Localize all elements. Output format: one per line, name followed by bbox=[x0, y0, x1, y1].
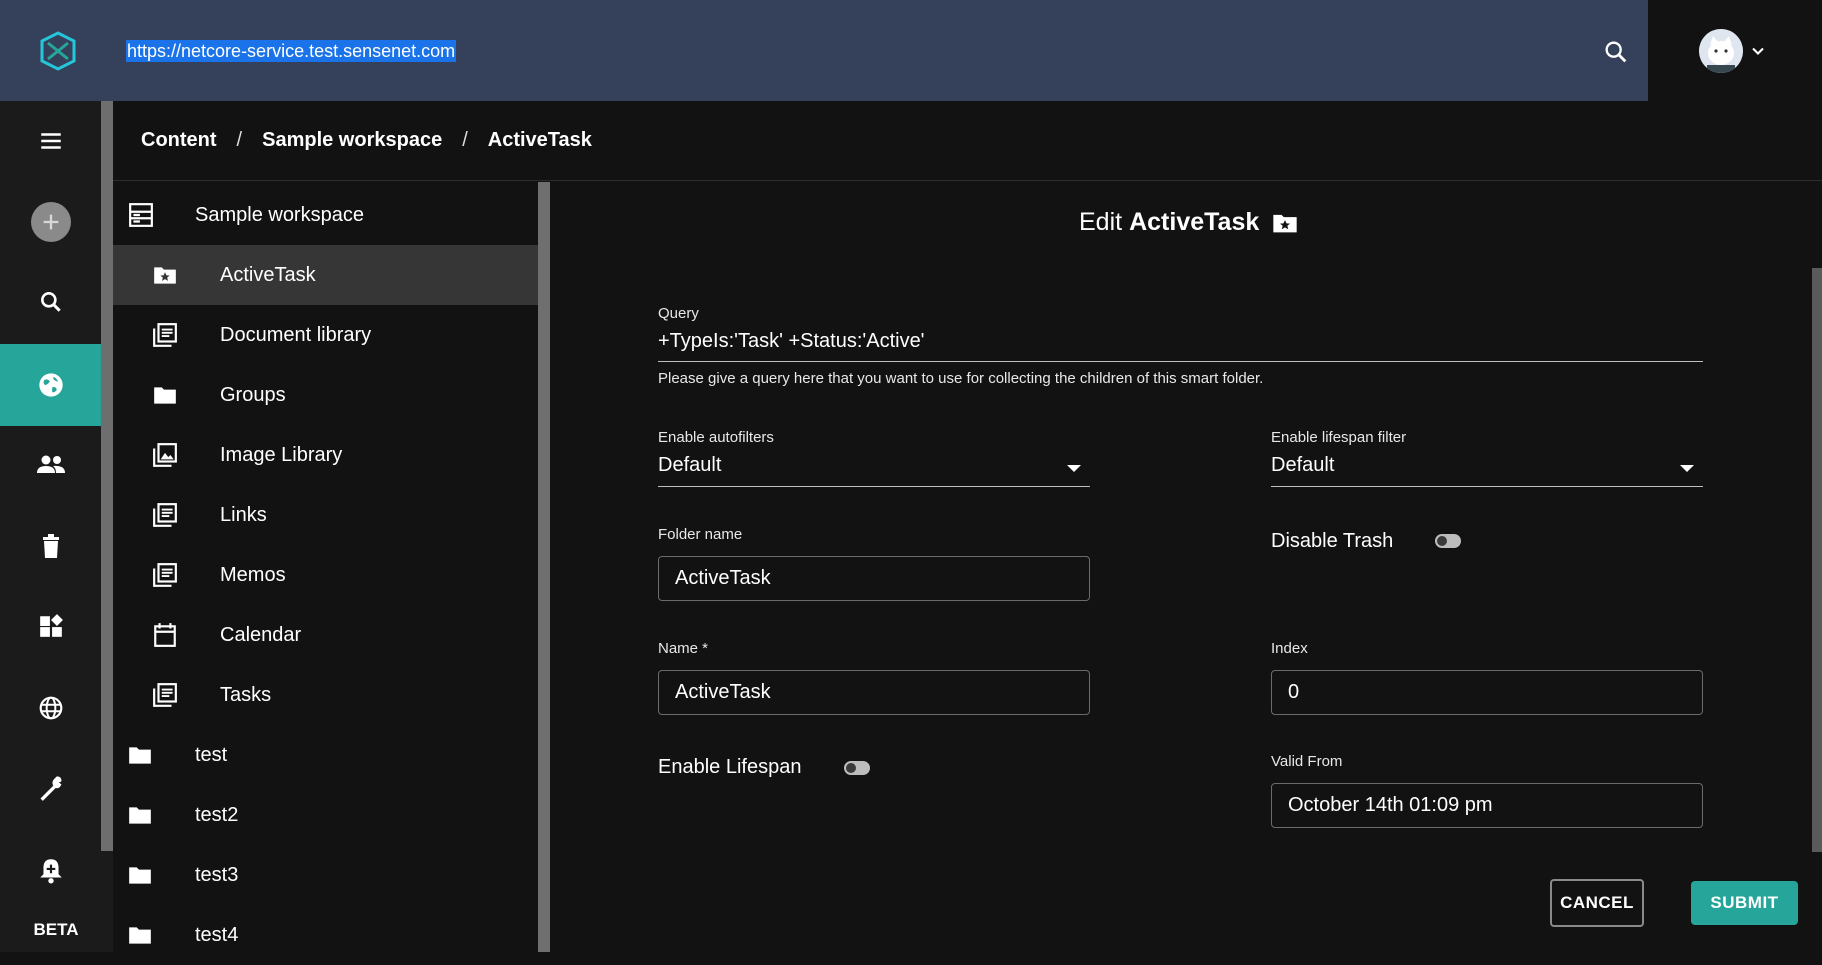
tree-scrollbar[interactable] bbox=[538, 182, 550, 952]
beta-label: BETA bbox=[33, 920, 79, 939]
notification-icon[interactable] bbox=[0, 830, 101, 910]
tree-item-calendar[interactable]: Calendar bbox=[113, 605, 538, 665]
wrench-icon[interactable] bbox=[0, 748, 101, 828]
tree-item-label: Links bbox=[220, 503, 267, 526]
search-icon[interactable] bbox=[1602, 38, 1630, 66]
add-button[interactable] bbox=[0, 182, 101, 262]
tree-item-tasks[interactable]: Tasks bbox=[113, 665, 538, 725]
enable-lifespan-filter-value: Default bbox=[1271, 454, 1335, 476]
menu-icon[interactable] bbox=[0, 101, 101, 181]
calendar-icon bbox=[152, 622, 178, 648]
tree-item-groups[interactable]: Groups bbox=[113, 365, 538, 425]
name-input[interactable]: ActiveTask bbox=[658, 670, 1090, 715]
query-label: Query bbox=[658, 305, 699, 322]
enable-lifespan-toggle[interactable] bbox=[844, 761, 870, 775]
folder-icon bbox=[127, 922, 153, 948]
breadcrumb-separator: / bbox=[462, 129, 468, 151]
tree-item-label: Tasks bbox=[220, 683, 272, 706]
tree-item-test3[interactable]: test3 bbox=[113, 845, 538, 905]
name-label: Name * bbox=[658, 640, 709, 657]
chevron-down-icon[interactable] bbox=[1748, 41, 1768, 61]
query-input[interactable]: +TypeIs:'Task' +Status:'Active' bbox=[658, 330, 1703, 362]
tree-item-memos[interactable]: Memos bbox=[113, 545, 538, 605]
tree-item-links[interactable]: Links bbox=[113, 485, 538, 545]
tree-item-activetask[interactable]: ActiveTask bbox=[113, 245, 538, 305]
globe-icon[interactable] bbox=[0, 344, 101, 426]
dropdown-arrow-icon[interactable] bbox=[1680, 465, 1694, 472]
search-icon[interactable] bbox=[0, 262, 101, 342]
breadcrumb-separator: / bbox=[236, 129, 243, 151]
breadcrumb: Content / Sample workspace / ActiveTask bbox=[113, 101, 1822, 181]
form-title-prefix: Edit bbox=[1079, 208, 1123, 236]
library-icon bbox=[152, 322, 178, 348]
smart-folder-icon bbox=[152, 262, 178, 288]
enable-autofilters-label: Enable autofilters bbox=[658, 429, 774, 446]
enable-lifespan-filter-select[interactable]: Default bbox=[1271, 454, 1703, 487]
query-helper-text: Please give a query here that you want t… bbox=[658, 370, 1264, 387]
breadcrumb-activetask[interactable]: ActiveTask bbox=[488, 129, 592, 152]
enable-autofilters-value: Default bbox=[658, 454, 722, 476]
sensenet-logo[interactable] bbox=[38, 31, 78, 71]
tree-item-label: test2 bbox=[195, 803, 239, 826]
folder-icon bbox=[152, 382, 178, 408]
tree-item-label: Groups bbox=[220, 383, 286, 406]
tree-item-label: test bbox=[195, 743, 228, 766]
tree-item-document-library[interactable]: Document library bbox=[113, 305, 538, 365]
workspace-icon bbox=[128, 202, 154, 228]
disable-trash-label: Disable Trash bbox=[1271, 530, 1394, 552]
content-tree: Sample workspace ActiveTask Document lib… bbox=[113, 182, 538, 952]
form-title: Edit ActiveTask bbox=[1079, 208, 1299, 237]
enable-lifespan-filter-label: Enable lifespan filter bbox=[1271, 429, 1407, 446]
tree-item-sample-workspace[interactable]: Sample workspace bbox=[113, 185, 538, 245]
image-library-icon bbox=[152, 442, 178, 468]
trash-icon[interactable] bbox=[0, 506, 101, 586]
index-label: Index bbox=[1271, 640, 1308, 657]
tree-item-test4[interactable]: test4 bbox=[113, 905, 538, 965]
toggle-knob bbox=[1437, 536, 1447, 546]
valid-from-input[interactable]: October 14th 01:09 pm bbox=[1271, 783, 1703, 828]
widgets-icon[interactable] bbox=[0, 586, 101, 666]
language-icon[interactable] bbox=[0, 668, 101, 748]
library-icon bbox=[152, 502, 178, 528]
tree-item-image-library[interactable]: Image Library bbox=[113, 425, 538, 485]
tree-item-label: test3 bbox=[195, 863, 239, 886]
form-title-name: ActiveTask bbox=[1129, 208, 1260, 236]
form-scrollbar[interactable] bbox=[1812, 268, 1822, 852]
breadcrumb-content[interactable]: Content bbox=[141, 129, 217, 152]
tree-item-label: Memos bbox=[220, 563, 286, 586]
toggle-knob bbox=[846, 763, 856, 773]
tree-item-test2[interactable]: test2 bbox=[113, 785, 538, 845]
folder-icon bbox=[127, 862, 153, 888]
folder-icon bbox=[127, 802, 153, 828]
tree-item-label: Sample workspace bbox=[195, 203, 364, 226]
tree-item-label: Image Library bbox=[220, 443, 343, 466]
tree-item-label: test4 bbox=[195, 923, 239, 946]
tree-item-test[interactable]: test bbox=[113, 725, 538, 785]
breadcrumb-sample-workspace[interactable]: Sample workspace bbox=[262, 129, 442, 152]
app-header: https://netcore-service.test.sensenet.co… bbox=[0, 0, 1822, 101]
valid-from-label: Valid From bbox=[1271, 753, 1343, 770]
enable-lifespan-label: Enable Lifespan bbox=[658, 756, 802, 778]
url-field[interactable]: https://netcore-service.test.sensenet.co… bbox=[126, 40, 457, 62]
avatar[interactable] bbox=[1699, 29, 1743, 73]
submit-button[interactable]: SUBMIT bbox=[1691, 881, 1798, 925]
users-icon[interactable] bbox=[0, 425, 101, 505]
smart-folder-icon bbox=[1271, 209, 1299, 237]
folder-icon bbox=[127, 742, 153, 768]
folder-name-label: Folder name bbox=[658, 526, 743, 543]
tree-item-label: ActiveTask bbox=[220, 263, 316, 286]
add-icon bbox=[30, 202, 71, 242]
folder-name-input[interactable]: ActiveTask bbox=[658, 556, 1090, 601]
tree-item-label: Calendar bbox=[220, 623, 302, 646]
dropdown-arrow-icon[interactable] bbox=[1067, 465, 1081, 472]
library-icon bbox=[152, 682, 178, 708]
library-icon bbox=[152, 562, 178, 588]
disable-trash-toggle[interactable] bbox=[1435, 534, 1461, 548]
cancel-button[interactable]: CANCEL bbox=[1550, 879, 1644, 927]
tree-item-label: Document library bbox=[220, 323, 372, 346]
enable-autofilters-select[interactable]: Default bbox=[658, 454, 1090, 487]
index-input[interactable]: 0 bbox=[1271, 670, 1703, 715]
rail-scrollbar[interactable] bbox=[101, 101, 113, 851]
